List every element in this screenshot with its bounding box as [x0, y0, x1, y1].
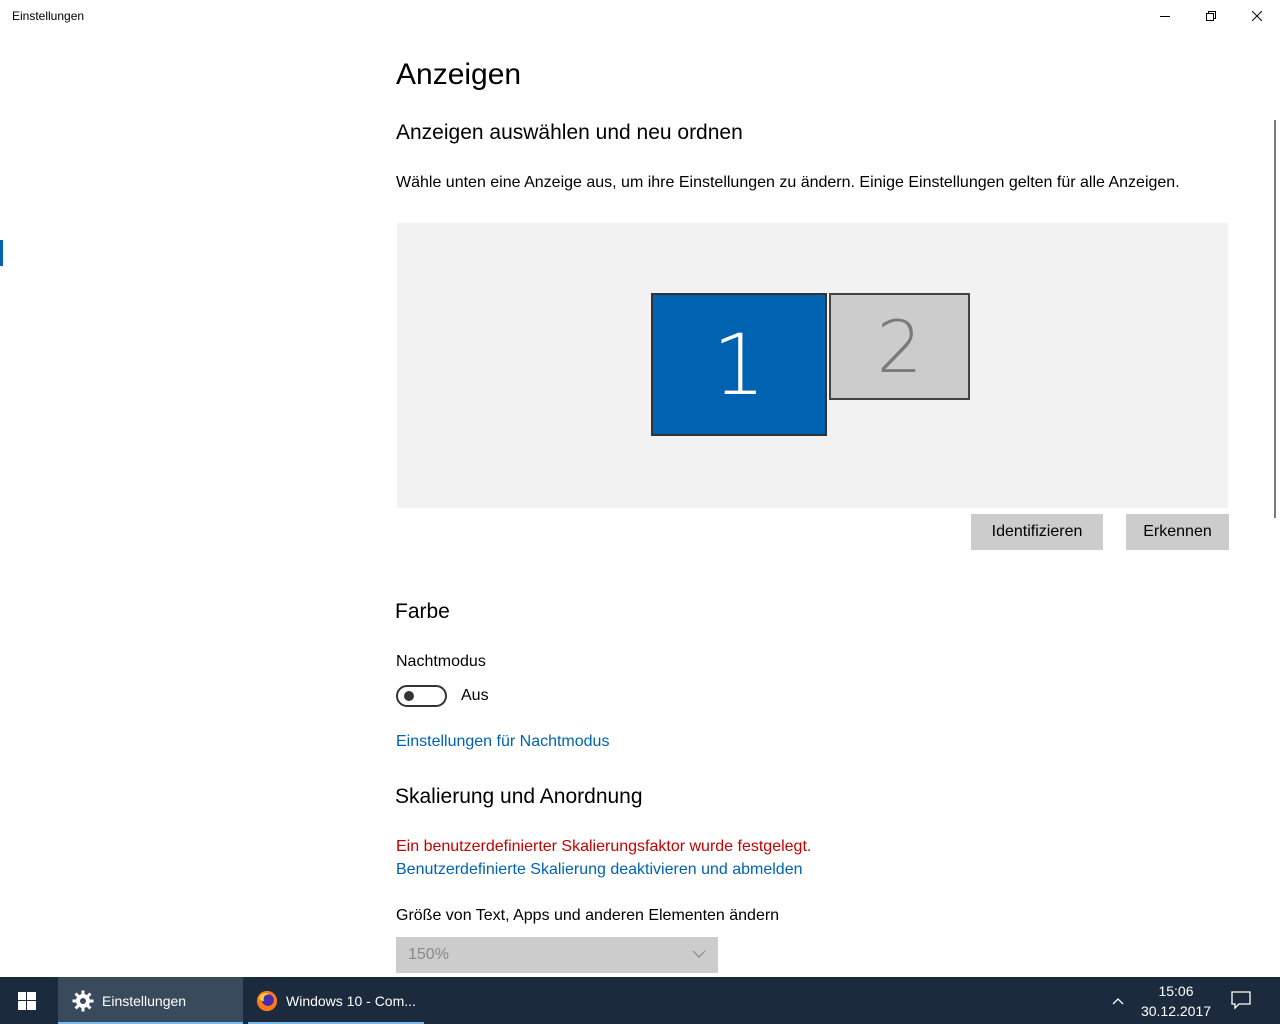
start-button[interactable] [0, 977, 54, 1024]
windows-logo-icon [18, 991, 36, 1010]
minimize-button[interactable] [1142, 0, 1188, 32]
scaling-dropdown[interactable]: 150% [396, 937, 718, 973]
display-1[interactable]: 1 [651, 293, 827, 436]
size-label: Größe von Text, Apps und anderen Element… [396, 907, 780, 924]
detect-button[interactable]: Erkennen [1126, 514, 1229, 550]
close-button[interactable] [1234, 0, 1280, 32]
scaling-dropdown-value: 150% [408, 946, 449, 963]
gear-icon [72, 990, 94, 1012]
notification-icon[interactable] [1230, 989, 1252, 1011]
title-bar: Einstellungen [0, 0, 1280, 32]
taskbar-item-settings[interactable]: Einstellungen [58, 977, 243, 1024]
scrollbar[interactable] [1274, 120, 1276, 518]
taskbar: Einstellungen Windows 10 - Com... 15:06 … [0, 977, 1280, 1024]
night-mode-state: Aus [461, 687, 489, 704]
window-title: Einstellungen [12, 9, 85, 23]
chevron-down-icon [692, 950, 706, 958]
taskbar-item-label: Windows 10 - Com... [286, 992, 416, 1009]
system-clock[interactable]: 15:06 30.12.2017 [1136, 981, 1216, 1021]
identify-button[interactable]: Identifizieren [971, 514, 1103, 550]
clock-time: 15:06 [1158, 983, 1194, 999]
close-icon [1252, 11, 1262, 21]
taskbar-item-firefox[interactable]: Windows 10 - Com... [248, 977, 424, 1024]
page-title: Anzeigen [396, 58, 522, 91]
nav-selection-indicator [0, 240, 3, 266]
arrange-heading: Anzeigen auswählen und neu ordnen [396, 121, 743, 144]
night-mode-label: Nachtmodus [396, 653, 486, 670]
restore-icon [1206, 11, 1216, 21]
scaling-warning: Ein benutzerdefinierter Skalierungsfakto… [396, 838, 812, 855]
night-mode-settings-link[interactable]: Einstellungen für Nachtmodus [396, 733, 609, 751]
display-2[interactable]: 2 [829, 293, 970, 400]
minimize-icon [1160, 16, 1170, 17]
firefox-icon [256, 990, 278, 1012]
chevron-up-icon[interactable] [1108, 991, 1128, 1011]
arrange-description: Wähle unten eine Anzeige aus, um ihre Ei… [396, 174, 1180, 191]
restore-button[interactable] [1188, 0, 1234, 32]
toggle-knob [404, 691, 414, 701]
color-heading: Farbe [395, 600, 450, 623]
night-mode-toggle[interactable] [396, 685, 447, 707]
scaling-heading: Skalierung und Anordnung [395, 785, 643, 808]
taskbar-item-label: Einstellungen [102, 992, 187, 1009]
clock-date: 30.12.2017 [1140, 1003, 1212, 1019]
disable-custom-scaling-link[interactable]: Benutzerdefinierte Skalierung deaktivier… [396, 861, 802, 879]
